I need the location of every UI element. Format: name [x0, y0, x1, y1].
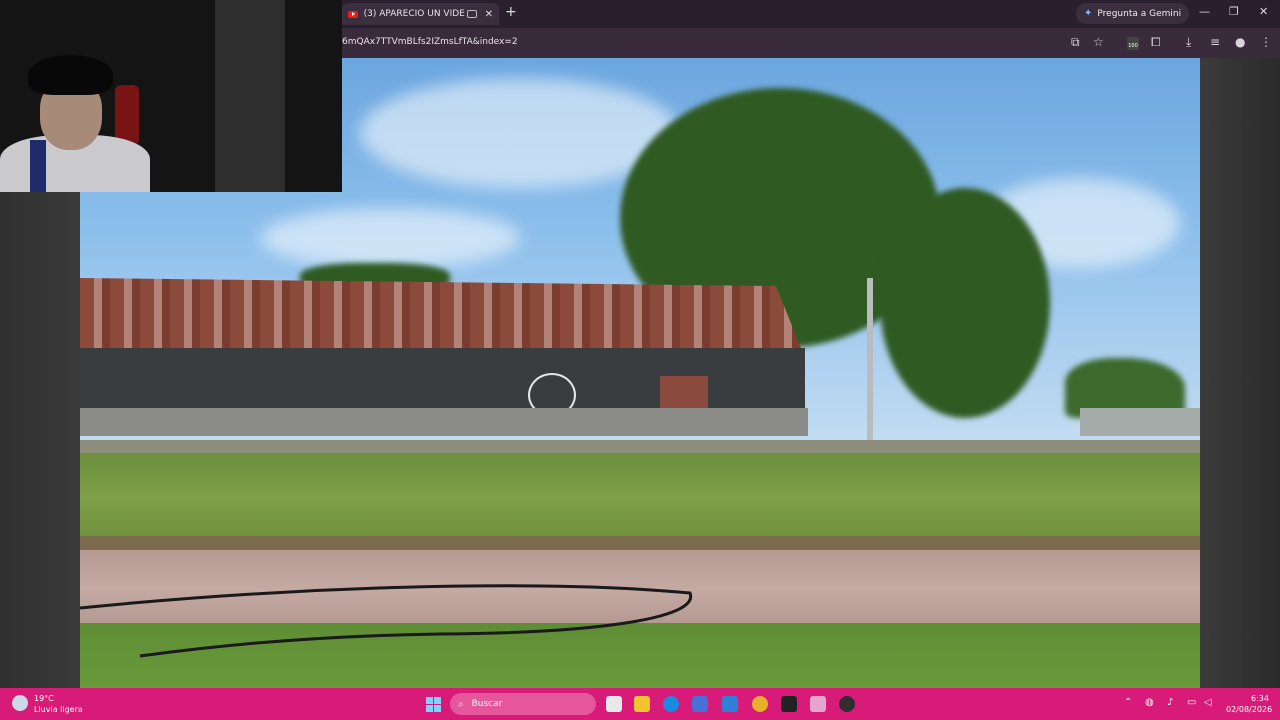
star-icon[interactable]: ☆ — [1093, 35, 1104, 49]
search-placeholder: Buscar — [471, 699, 503, 709]
obs-icon[interactable] — [839, 696, 855, 712]
file-explorer-icon[interactable] — [634, 696, 650, 712]
webcam-chair — [115, 85, 139, 145]
gemini-label: Pregunta a Gemini — [1097, 8, 1182, 19]
audio-icon[interactable] — [466, 10, 477, 18]
download-icon[interactable]: ⤓ — [1186, 35, 1191, 50]
webcam-person-strap — [30, 140, 46, 192]
page-right-margin — [1200, 58, 1280, 688]
windows-taskbar: 19°C Lluvia ligera ⌕ Buscar ⌃ ◍ ♪ ▭ ◁ 6:… — [0, 688, 1280, 720]
weather-icon[interactable] — [12, 695, 28, 711]
search-icon: ⌕ — [458, 698, 464, 710]
gemini-button[interactable]: ✦ Pregunta a Gemini — [1076, 3, 1190, 24]
screen: (3) APARECIÓ UN VIDEO M ✕ + ✦ Pregunta a… — [0, 0, 1280, 720]
task-view-icon[interactable] — [606, 696, 622, 712]
clock-time[interactable]: 6:34 — [1251, 694, 1269, 703]
store-icon[interactable] — [692, 696, 708, 712]
address-bar-url[interactable]: 6mQAx7TTVmBLfs2IZmsLfTA&index=2 — [342, 37, 518, 47]
mic-icon[interactable]: ♪ — [1167, 697, 1173, 708]
install-icon[interactable]: ⧉ — [1071, 35, 1080, 50]
network-icon[interactable]: ◍ — [1145, 697, 1154, 708]
minimize-button[interactable]: — — [1199, 5, 1210, 18]
weather-desc[interactable]: Lluvia ligera — [34, 705, 83, 714]
clock-date[interactable]: 02/08/2026 — [1226, 705, 1272, 714]
profile-icon[interactable]: ● — [1235, 35, 1245, 49]
gemini-spark-icon: ✦ — [1084, 8, 1093, 19]
webcam-person-hair — [28, 55, 113, 95]
youtube-icon — [348, 10, 358, 18]
tab-title: (3) APARECIÓ UN VIDEO M — [363, 9, 465, 19]
mail-icon[interactable] — [722, 696, 738, 712]
media-icon[interactable] — [781, 696, 797, 712]
page-left-margin — [0, 192, 80, 688]
webcam-overlay — [0, 0, 342, 192]
close-window-button[interactable]: ✕ — [1259, 5, 1268, 18]
windows-start-icon[interactable] — [426, 697, 441, 712]
new-tab-button[interactable]: + — [505, 4, 517, 20]
chevron-up-icon[interactable]: ⌃ — [1124, 697, 1132, 708]
app-icon[interactable] — [810, 696, 826, 712]
extension-badge-icon[interactable]: 100 — [1127, 37, 1139, 50]
webcam-background-wall — [215, 0, 285, 192]
menu-icon[interactable]: ⋮ — [1260, 35, 1272, 49]
tab-close-icon[interactable]: ✕ — [485, 9, 493, 20]
chrome-icon[interactable] — [752, 696, 768, 712]
browser-tab[interactable]: (3) APARECIÓ UN VIDEO M ✕ — [342, 3, 499, 25]
restore-button[interactable]: ❐ — [1229, 5, 1239, 18]
volume-icon[interactable]: ◁ — [1204, 697, 1212, 708]
playlist-icon[interactable]: ≡ — [1210, 35, 1220, 49]
display-icon[interactable]: ▭ — [1187, 697, 1196, 708]
weather-temp[interactable]: 19°C — [34, 694, 54, 703]
puzzle-icon[interactable]: ⧠ — [1151, 35, 1161, 50]
edge-icon[interactable] — [663, 696, 679, 712]
taskbar-search[interactable]: ⌕ Buscar — [450, 693, 596, 715]
